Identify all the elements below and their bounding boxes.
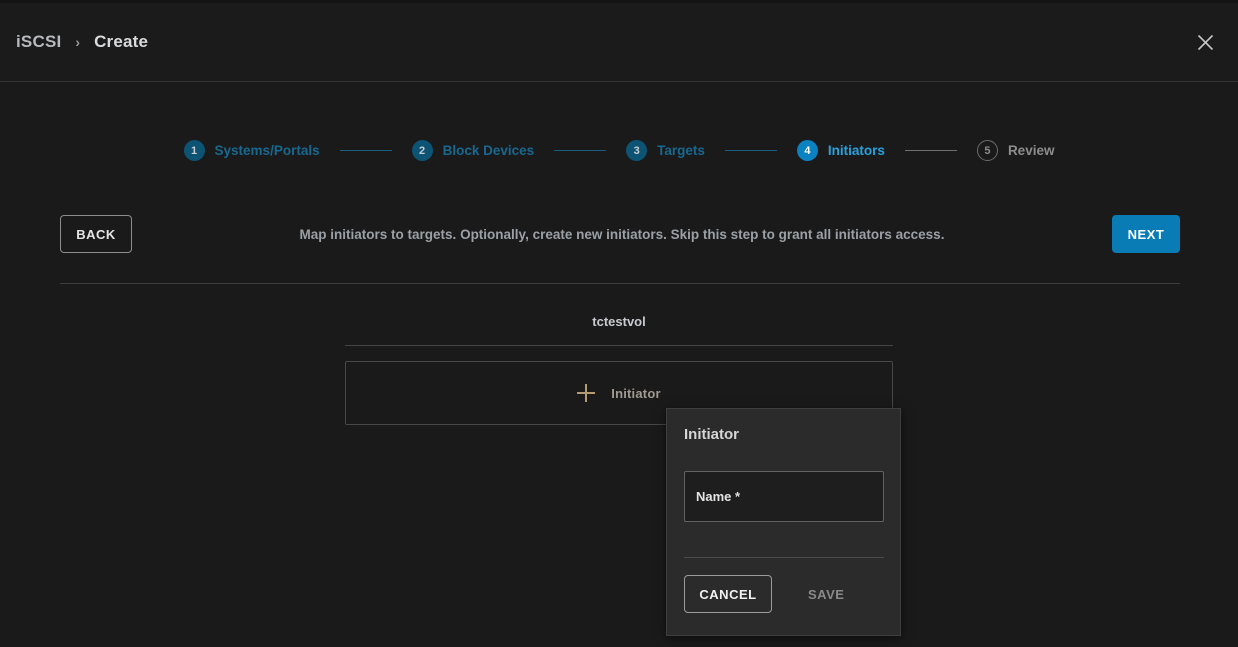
step-connector-1 — [340, 150, 392, 151]
stepper-step-targets[interactable]: 3 Targets — [626, 140, 705, 161]
step-description: Map initiators to targets. Optionally, c… — [132, 227, 1112, 242]
wizard-stepper: 1 Systems/Portals 2 Block Devices 3 Targ… — [0, 140, 1238, 161]
initiator-name-label: Name * — [696, 489, 740, 504]
page-header: iSCSI › Create — [0, 3, 1238, 82]
next-button[interactable]: NEXT — [1112, 215, 1180, 253]
close-button[interactable] — [1188, 25, 1222, 59]
plus-icon — [577, 384, 595, 402]
step-connector-4 — [905, 150, 957, 151]
step-label: Systems/Portals — [215, 143, 320, 158]
step-number-badge: 4 — [797, 140, 818, 161]
breadcrumb-link-iscsi[interactable]: iSCSI — [16, 32, 61, 52]
dialog-divider — [684, 557, 884, 558]
stepper-step-initiators[interactable]: 4 Initiators — [797, 140, 885, 161]
save-button[interactable]: SAVE — [794, 575, 858, 613]
step-connector-2 — [554, 150, 606, 151]
dialog-actions: CANCEL SAVE — [684, 575, 884, 613]
breadcrumb-current-create: Create — [94, 32, 148, 52]
stepper-step-block-devices[interactable]: 2 Block Devices — [412, 140, 535, 161]
add-initiator-label: Initiator — [611, 386, 660, 401]
target-column: tctestvol Initiator — [345, 300, 893, 425]
step-number-badge: 5 — [977, 140, 998, 161]
step-label: Block Devices — [443, 143, 535, 158]
back-button[interactable]: BACK — [60, 215, 132, 253]
step-label: Review — [1008, 143, 1055, 158]
initiator-dialog: Initiator Name * CANCEL SAVE — [666, 408, 901, 636]
initiator-name-field[interactable]: Name * — [684, 471, 884, 522]
stepper-step-review[interactable]: 5 Review — [977, 140, 1055, 161]
toolbar-divider — [60, 283, 1180, 284]
chevron-right-icon: › — [75, 34, 80, 50]
step-number-badge: 2 — [412, 140, 433, 161]
target-column-divider — [345, 345, 893, 346]
target-name-header: tctestvol — [345, 300, 893, 345]
cancel-button[interactable]: CANCEL — [684, 575, 772, 613]
stepper-step-systems-portals[interactable]: 1 Systems/Portals — [184, 140, 320, 161]
step-label: Targets — [657, 143, 705, 158]
step-number-badge: 1 — [184, 140, 205, 161]
iscsi-create-wizard: iSCSI › Create 1 Systems/Portals 2 Block… — [0, 0, 1238, 647]
close-icon — [1196, 33, 1215, 52]
breadcrumb: iSCSI › Create — [16, 32, 148, 52]
step-number-badge: 3 — [626, 140, 647, 161]
step-connector-3 — [725, 150, 777, 151]
step-label: Initiators — [828, 143, 885, 158]
dialog-title: Initiator — [684, 426, 739, 443]
wizard-toolbar: BACK Map initiators to targets. Optional… — [60, 215, 1180, 253]
